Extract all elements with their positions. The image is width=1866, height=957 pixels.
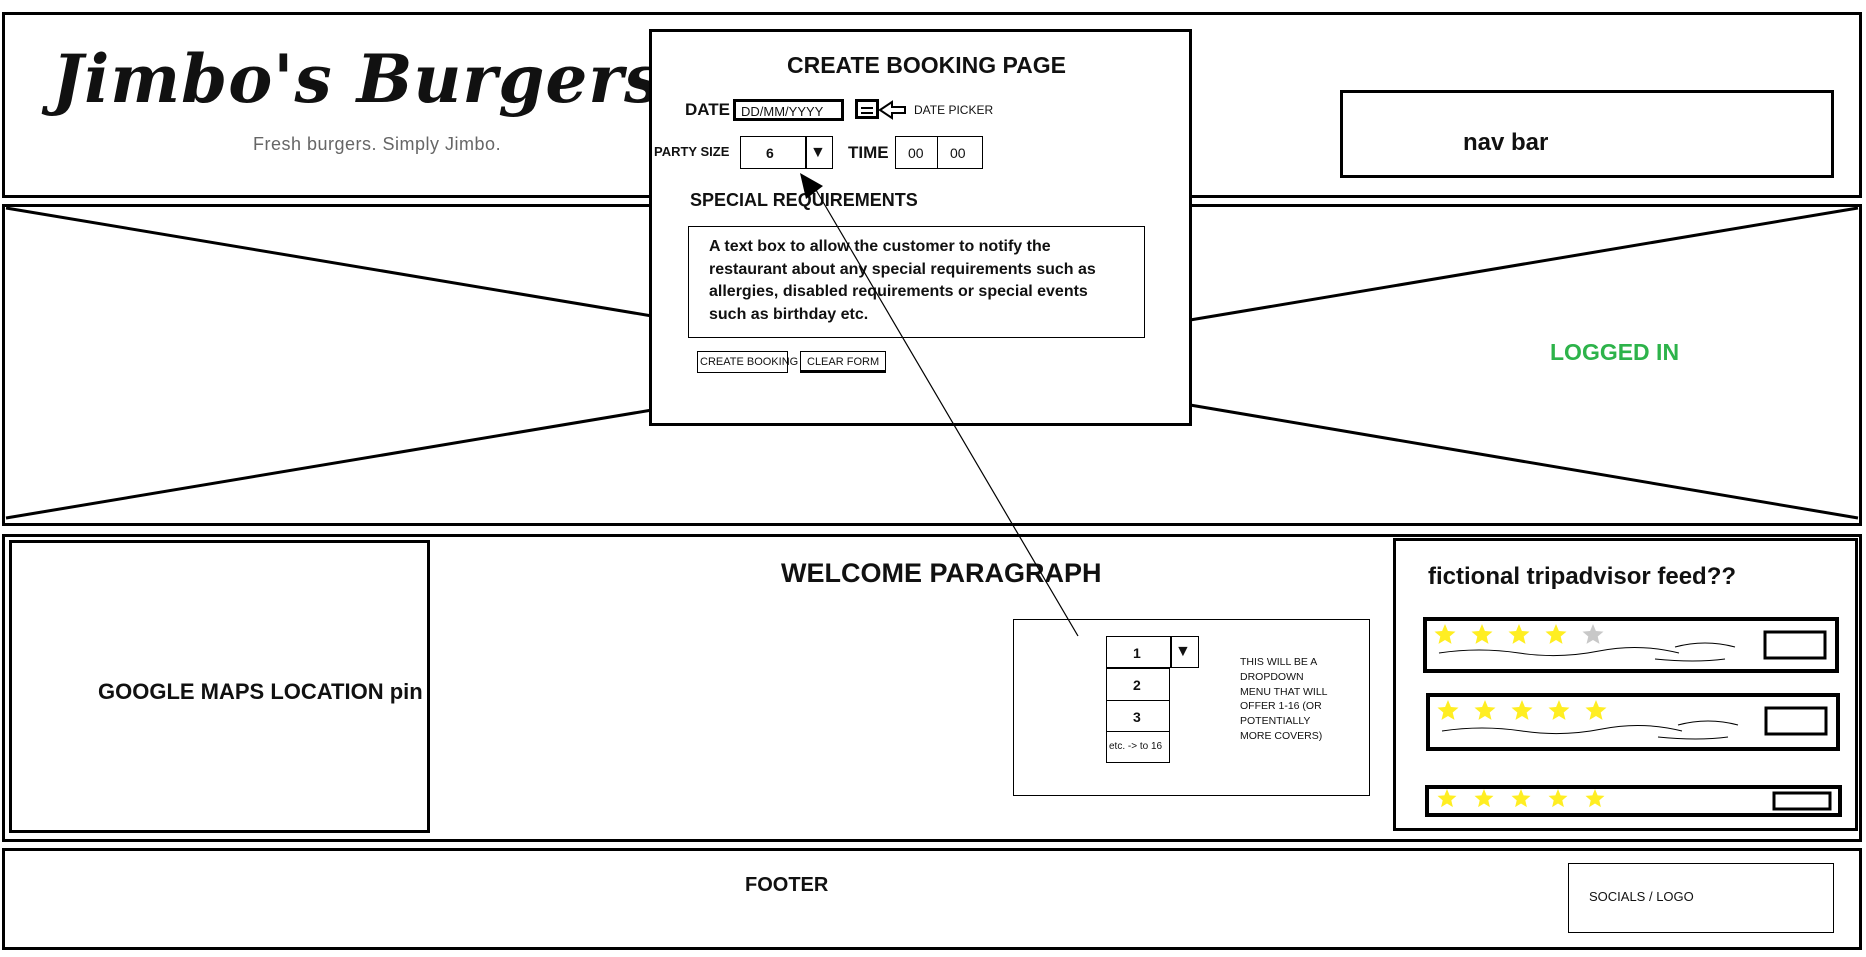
- socials-logo-label: SOCIALS / LOGO: [1589, 889, 1694, 904]
- review-card[interactable]: [1426, 693, 1840, 751]
- review-link-button[interactable]: [1764, 706, 1828, 736]
- review-card[interactable]: [1425, 785, 1842, 817]
- review-cards: [1423, 617, 1842, 817]
- review-link-button[interactable]: [1772, 791, 1832, 811]
- footer-label: FOOTER: [745, 874, 829, 896]
- review-link-button[interactable]: [1763, 630, 1827, 660]
- socials-logo-box[interactable]: SOCIALS / LOGO: [1568, 863, 1834, 933]
- review-card[interactable]: [1423, 617, 1839, 673]
